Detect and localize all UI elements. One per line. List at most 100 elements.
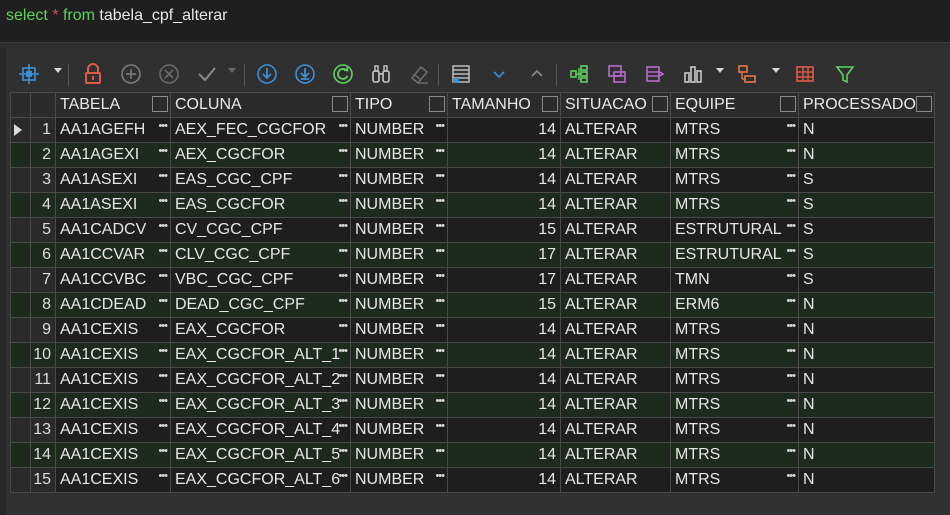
- row-indicator[interactable]: [10, 342, 31, 368]
- cell-tamanho[interactable]: 17: [447, 242, 561, 268]
- cell-tabela[interactable]: AA1AGEFH •••: [55, 117, 171, 143]
- cell-ellipsis-icon[interactable]: •••: [158, 345, 168, 357]
- cell-ellipsis-icon[interactable]: •••: [338, 295, 348, 307]
- cell-ellipsis-icon[interactable]: •••: [435, 170, 445, 182]
- cell-equipe[interactable]: MTRS •••: [670, 317, 799, 343]
- cell-ellipsis-icon[interactable]: •••: [435, 195, 445, 207]
- cell-processado[interactable]: N: [798, 142, 935, 168]
- cell-ellipsis-icon[interactable]: •••: [158, 245, 168, 257]
- cell-tabela[interactable]: AA1AGEXI •••: [55, 142, 171, 168]
- row-indicator[interactable]: [10, 442, 31, 468]
- cell-tabela[interactable]: AA1ASEXI •••: [55, 167, 171, 193]
- grid-settings-icon[interactable]: [16, 62, 42, 86]
- row-number[interactable]: 7: [30, 267, 56, 293]
- cell-coluna[interactable]: AEX_FEC_CGCFOR •••: [170, 117, 351, 143]
- row-indicator[interactable]: [10, 467, 31, 493]
- cell-processado[interactable]: S: [798, 242, 935, 268]
- cell-ellipsis-icon[interactable]: •••: [435, 220, 445, 232]
- cell-tipo[interactable]: NUMBER •••: [350, 292, 448, 318]
- cell-processado[interactable]: N: [798, 442, 935, 468]
- row-indicator[interactable]: [10, 167, 31, 193]
- cell-tipo[interactable]: NUMBER •••: [350, 342, 448, 368]
- sort-desc-icon[interactable]: [486, 62, 512, 86]
- row-indicator[interactable]: [10, 142, 31, 168]
- fetch-all-icon[interactable]: [292, 62, 318, 86]
- cell-tabela[interactable]: AA1CCVBC •••: [55, 267, 171, 293]
- tree-view-icon[interactable]: [566, 62, 592, 86]
- cell-tabela[interactable]: AA1CEXIS •••: [55, 342, 171, 368]
- add-row-icon[interactable]: [118, 62, 144, 86]
- cell-coluna[interactable]: EAS_CGC_CPF •••: [170, 167, 351, 193]
- cell-ellipsis-icon[interactable]: •••: [158, 120, 168, 132]
- delete-row-icon[interactable]: [156, 62, 182, 86]
- sql-editor[interactable]: select * from tabela_cpf_alterar: [0, 0, 950, 42]
- cell-ellipsis-icon[interactable]: •••: [338, 320, 348, 332]
- column-filter-box[interactable]: [332, 96, 348, 112]
- chevron-down-icon[interactable]: [54, 68, 62, 73]
- cell-ellipsis-icon[interactable]: •••: [786, 270, 796, 282]
- row-number[interactable]: 5: [30, 217, 56, 243]
- cell-processado[interactable]: N: [798, 117, 935, 143]
- row-indicator[interactable]: [10, 292, 31, 318]
- column-filter-box[interactable]: [916, 96, 932, 112]
- filter-icon[interactable]: [832, 62, 858, 86]
- cell-situacao[interactable]: ALTERAR: [560, 117, 671, 143]
- cell-ellipsis-icon[interactable]: •••: [435, 470, 445, 482]
- cell-ellipsis-icon[interactable]: •••: [158, 445, 168, 457]
- single-record-icon[interactable]: [448, 62, 474, 86]
- column-header-tabela[interactable]: TABELA: [55, 92, 171, 118]
- group-icon[interactable]: [734, 62, 760, 86]
- cell-processado[interactable]: N: [798, 367, 935, 393]
- cell-tamanho[interactable]: 14: [447, 192, 561, 218]
- cell-ellipsis-icon[interactable]: •••: [435, 445, 445, 457]
- table-row[interactable]: 9 AA1CEXIS ••• EAX_CGCFOR ••• NUMBER ••• 14 ALTE…: [10, 317, 935, 343]
- cell-tipo[interactable]: NUMBER •••: [350, 467, 448, 493]
- cell-tabela[interactable]: AA1CDEAD •••: [55, 292, 171, 318]
- cell-coluna[interactable]: EAS_CGCFOR •••: [170, 192, 351, 218]
- cell-tabela[interactable]: AA1CEXIS •••: [55, 442, 171, 468]
- cell-processado[interactable]: S: [798, 192, 935, 218]
- cell-processado[interactable]: N: [798, 417, 935, 443]
- cell-coluna[interactable]: EAX_CGCFOR_ALT_4 •••: [170, 417, 351, 443]
- cell-tipo[interactable]: NUMBER •••: [350, 417, 448, 443]
- cell-tamanho[interactable]: 14: [447, 467, 561, 493]
- cell-tamanho[interactable]: 14: [447, 442, 561, 468]
- cell-ellipsis-icon[interactable]: •••: [435, 145, 445, 157]
- cell-tamanho[interactable]: 14: [447, 367, 561, 393]
- cell-ellipsis-icon[interactable]: •••: [338, 145, 348, 157]
- cell-ellipsis-icon[interactable]: •••: [435, 420, 445, 432]
- cell-tamanho[interactable]: 14: [447, 317, 561, 343]
- cell-ellipsis-icon[interactable]: •••: [158, 295, 168, 307]
- cell-processado[interactable]: N: [798, 467, 935, 493]
- cell-processado[interactable]: S: [798, 267, 935, 293]
- cell-tamanho[interactable]: 17: [447, 267, 561, 293]
- table-row[interactable]: 1 AA1AGEFH ••• AEX_FEC_CGCFOR ••• NUMBER ••• 14…: [10, 117, 935, 143]
- row-number[interactable]: 11: [30, 367, 56, 393]
- cell-tabela[interactable]: AA1ASEXI •••: [55, 192, 171, 218]
- cell-ellipsis-icon[interactable]: •••: [786, 370, 796, 382]
- cell-situacao[interactable]: ALTERAR: [560, 292, 671, 318]
- cell-equipe[interactable]: MTRS •••: [670, 167, 799, 193]
- table-row[interactable]: 15 AA1CEXIS ••• EAX_CGCFOR_ALT_6 ••• NUMBER ••…: [10, 467, 935, 493]
- cell-ellipsis-icon[interactable]: •••: [338, 270, 348, 282]
- cell-tipo[interactable]: NUMBER •••: [350, 142, 448, 168]
- table-row[interactable]: 6 AA1CCVAR ••• CLV_CGC_CPF ••• NUMBER ••• 17 ALT…: [10, 242, 935, 268]
- cell-coluna[interactable]: AEX_CGCFOR •••: [170, 142, 351, 168]
- cell-equipe[interactable]: TMN •••: [670, 267, 799, 293]
- cell-coluna[interactable]: EAX_CGCFOR_ALT_5 •••: [170, 442, 351, 468]
- row-number[interactable]: 9: [30, 317, 56, 343]
- cell-ellipsis-icon[interactable]: •••: [435, 370, 445, 382]
- cell-tipo[interactable]: NUMBER •••: [350, 217, 448, 243]
- column-header-coluna[interactable]: COLUNA: [170, 92, 351, 118]
- clear-icon[interactable]: [406, 62, 432, 86]
- table-row[interactable]: 14 AA1CEXIS ••• EAX_CGCFOR_ALT_5 ••• NUMBER ••…: [10, 442, 935, 468]
- cell-coluna[interactable]: EAX_CGCFOR_ALT_1 •••: [170, 342, 351, 368]
- cell-situacao[interactable]: ALTERAR: [560, 442, 671, 468]
- cell-ellipsis-icon[interactable]: •••: [158, 145, 168, 157]
- cell-ellipsis-icon[interactable]: •••: [338, 470, 348, 482]
- cell-ellipsis-icon[interactable]: •••: [338, 120, 348, 132]
- cell-situacao[interactable]: ALTERAR: [560, 367, 671, 393]
- cell-ellipsis-icon[interactable]: •••: [338, 245, 348, 257]
- row-number[interactable]: 2: [30, 142, 56, 168]
- cell-tipo[interactable]: NUMBER •••: [350, 117, 448, 143]
